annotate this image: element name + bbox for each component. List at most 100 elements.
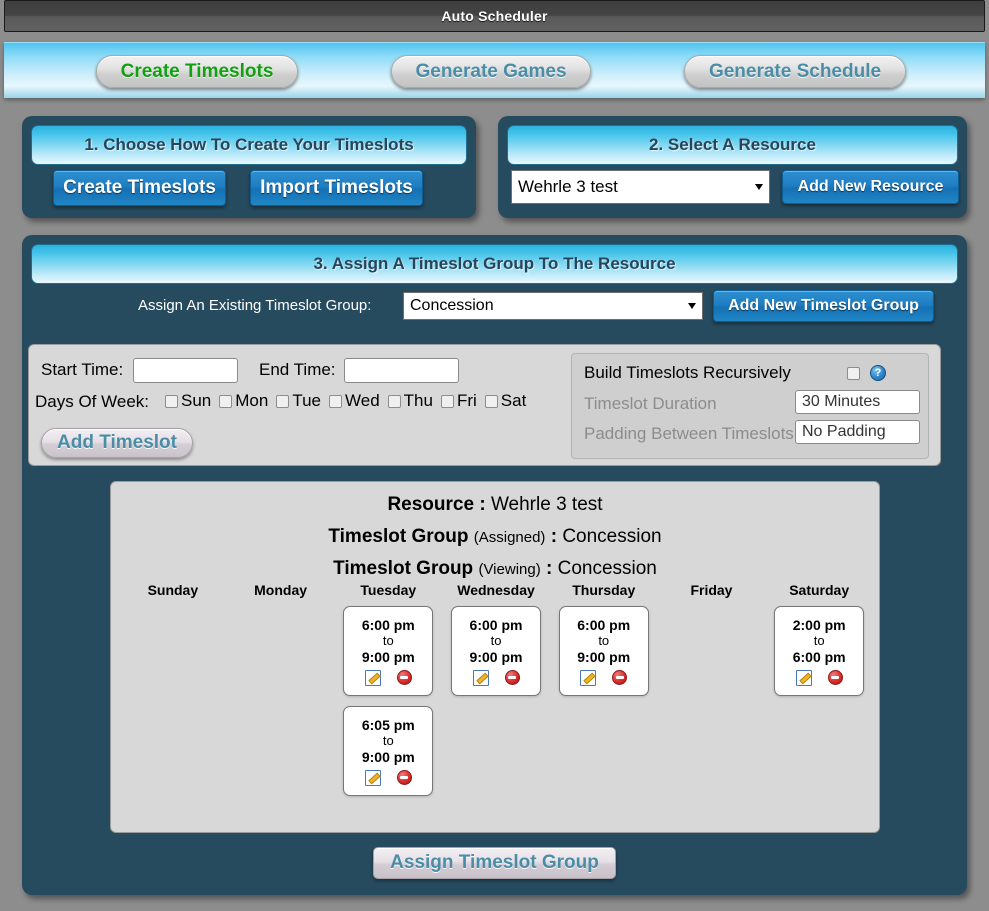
day-checkbox-tue[interactable]: Tue — [276, 391, 321, 411]
tab-generate-games[interactable]: Generate Games — [391, 55, 591, 88]
timeslot-start-time: 6:00 pm — [577, 616, 631, 633]
checkbox-icon[interactable] — [165, 394, 178, 408]
edit-icon[interactable] — [364, 669, 381, 686]
build-recursively-checkbox[interactable] — [847, 367, 860, 380]
info-separator: : — [540, 558, 558, 579]
assign-timeslot-group-button[interactable]: Assign Timeslot Group — [373, 847, 616, 879]
panel1-header: 1. Choose How To Create Your Timeslots — [31, 125, 467, 165]
app-root: Auto Scheduler Create Timeslots Generate… — [0, 0, 989, 911]
group-viewing-key: Timeslot Group — [333, 558, 474, 579]
day-header: Wednesday — [457, 582, 535, 598]
import-timeslots-button[interactable]: Import Timeslots — [250, 170, 423, 206]
delete-icon[interactable] — [504, 669, 520, 685]
day-header: Friday — [690, 582, 733, 598]
week-day-grid: Sunday Monday Tuesday 6:00 pm to 9:00 pm 6:05 … — [119, 582, 873, 806]
edit-icon[interactable] — [580, 669, 597, 686]
checkbox-icon[interactable] — [484, 394, 498, 408]
group-viewing-row: Timeslot Group (Viewing) : Concession — [111, 558, 879, 580]
delete-icon[interactable] — [827, 669, 843, 685]
delete-icon[interactable] — [612, 669, 628, 685]
day-checkbox-wed[interactable]: Wed — [329, 391, 380, 411]
delete-icon[interactable] — [396, 769, 412, 785]
panel2-title: 2. Select A Resource — [649, 135, 816, 154]
build-recursively-panel: Build Timeslots Recursively ? Timeslot D… — [571, 353, 929, 459]
window-title-bar: Auto Scheduler — [4, 0, 985, 32]
timeslot-end-time: 9:00 pm — [361, 748, 415, 765]
timeslot-actions — [364, 669, 412, 686]
panel2-header: 2. Select A Resource — [507, 125, 958, 165]
add-new-timeslot-group-button[interactable]: Add New Timeslot Group — [713, 290, 934, 322]
create-timeslots-button[interactable]: Create Timeslots — [53, 170, 226, 206]
checkbox-icon[interactable] — [440, 394, 454, 408]
timeslot-calendar: Resource : Wehrle 3 test Timeslot Group … — [110, 481, 880, 833]
day-column-wednesday: Wednesday 6:00 pm to 9:00 pm — [442, 582, 550, 806]
info-separator: : — [474, 494, 491, 515]
day-label: Mon — [235, 391, 269, 410]
panel3-title: 3. Assign A Timeslot Group To The Resour… — [313, 254, 676, 273]
timeslot-start-time: 6:05 pm — [361, 716, 415, 733]
main-nav-bar: Create Timeslots Generate Games Generate… — [4, 42, 985, 98]
timeslot-start-time: 2:00 pm — [792, 616, 846, 633]
day-checkbox-fri[interactable]: Fri — [440, 391, 477, 411]
panel1-title: 1. Choose How To Create Your Timeslots — [84, 135, 414, 154]
chevron-down-icon — [688, 303, 696, 309]
add-new-resource-button[interactable]: Add New Resource — [782, 170, 959, 204]
timeslot-duration-select[interactable]: 30 Minutes — [795, 390, 920, 414]
day-checkbox-sat[interactable]: Sat — [484, 391, 526, 411]
timeslot-card: 6:00 pm to 9:00 pm — [558, 606, 649, 696]
day-header: Sunday — [147, 582, 199, 598]
timeslot-group-select-value: Concession — [410, 297, 494, 314]
tab-generate-schedule[interactable]: Generate Schedule — [684, 55, 906, 88]
timeslot-duration-label: Timeslot Duration — [584, 394, 717, 413]
timeslot-card: 2:00 pm to 6:00 pm — [774, 606, 865, 696]
padding-between-timeslots-select[interactable]: No Padding — [795, 420, 920, 444]
end-time-label: End Time: — [259, 360, 336, 379]
timeslot-group-select[interactable]: Concession — [403, 292, 703, 320]
timeslot-end-time: 9:00 pm — [469, 648, 523, 665]
timeslot-card: 6:00 pm to 9:00 pm — [343, 606, 434, 696]
day-checkbox-mon[interactable]: Mon — [219, 391, 268, 411]
timeslot-card: 6:05 pm to 9:00 pm — [343, 706, 434, 796]
window-title: Auto Scheduler — [441, 8, 548, 24]
day-column-thursday: Thursday 6:00 pm to 9:00 pm — [550, 582, 658, 806]
checkbox-icon[interactable] — [219, 394, 233, 408]
timeslot-actions — [795, 669, 843, 686]
day-column-saturday: Saturday 2:00 pm to 6:00 pm — [765, 582, 873, 806]
day-checkbox-sun[interactable]: Sun — [165, 391, 211, 411]
days-of-week-group: Sun Mon Tue Wed Thu Fri Sat — [165, 391, 534, 411]
add-timeslot-button[interactable]: Add Timeslot — [41, 428, 193, 458]
resource-info-row: Resource : Wehrle 3 test — [111, 494, 879, 516]
end-time-input[interactable] — [344, 358, 459, 383]
group-viewing-value: Concession — [557, 558, 657, 579]
timeslot-to-label: to — [490, 632, 502, 648]
edit-icon[interactable] — [795, 669, 812, 686]
day-header: Thursday — [572, 582, 636, 598]
resource-select[interactable]: Wehrle 3 test — [511, 170, 770, 204]
start-time-input[interactable] — [133, 358, 238, 383]
timeslot-end-time: 6:00 pm — [792, 648, 846, 665]
timeslot-actions — [472, 669, 520, 686]
tab-create-timeslots[interactable]: Create Timeslots — [96, 55, 298, 88]
info-separator: : — [545, 526, 563, 547]
checkbox-icon[interactable] — [276, 394, 290, 408]
edit-icon[interactable] — [364, 769, 381, 786]
day-label: Wed — [345, 391, 380, 410]
group-assigned-key: Timeslot Group — [328, 526, 469, 547]
day-checkbox-thu[interactable]: Thu — [387, 391, 433, 411]
day-header: Monday — [254, 582, 308, 598]
day-header: Tuesday — [360, 582, 417, 598]
padding-value: No Padding — [802, 423, 886, 440]
day-column-monday: Monday — [227, 582, 335, 806]
panel3-header: 3. Assign A Timeslot Group To The Resour… — [31, 244, 958, 284]
days-of-week-label: Days Of Week: — [35, 392, 149, 411]
timeslot-actions — [364, 769, 412, 786]
resource-info-key: Resource — [387, 494, 475, 515]
padding-between-timeslots-label: Padding Between Timeslots — [584, 424, 794, 443]
delete-icon[interactable] — [396, 669, 412, 685]
edit-icon[interactable] — [472, 669, 489, 686]
timeslot-end-time: 9:00 pm — [361, 648, 415, 665]
checkbox-icon[interactable] — [387, 394, 401, 408]
checkbox-icon[interactable] — [329, 394, 342, 408]
day-column-friday: Friday — [658, 582, 766, 806]
help-icon[interactable]: ? — [870, 365, 886, 381]
